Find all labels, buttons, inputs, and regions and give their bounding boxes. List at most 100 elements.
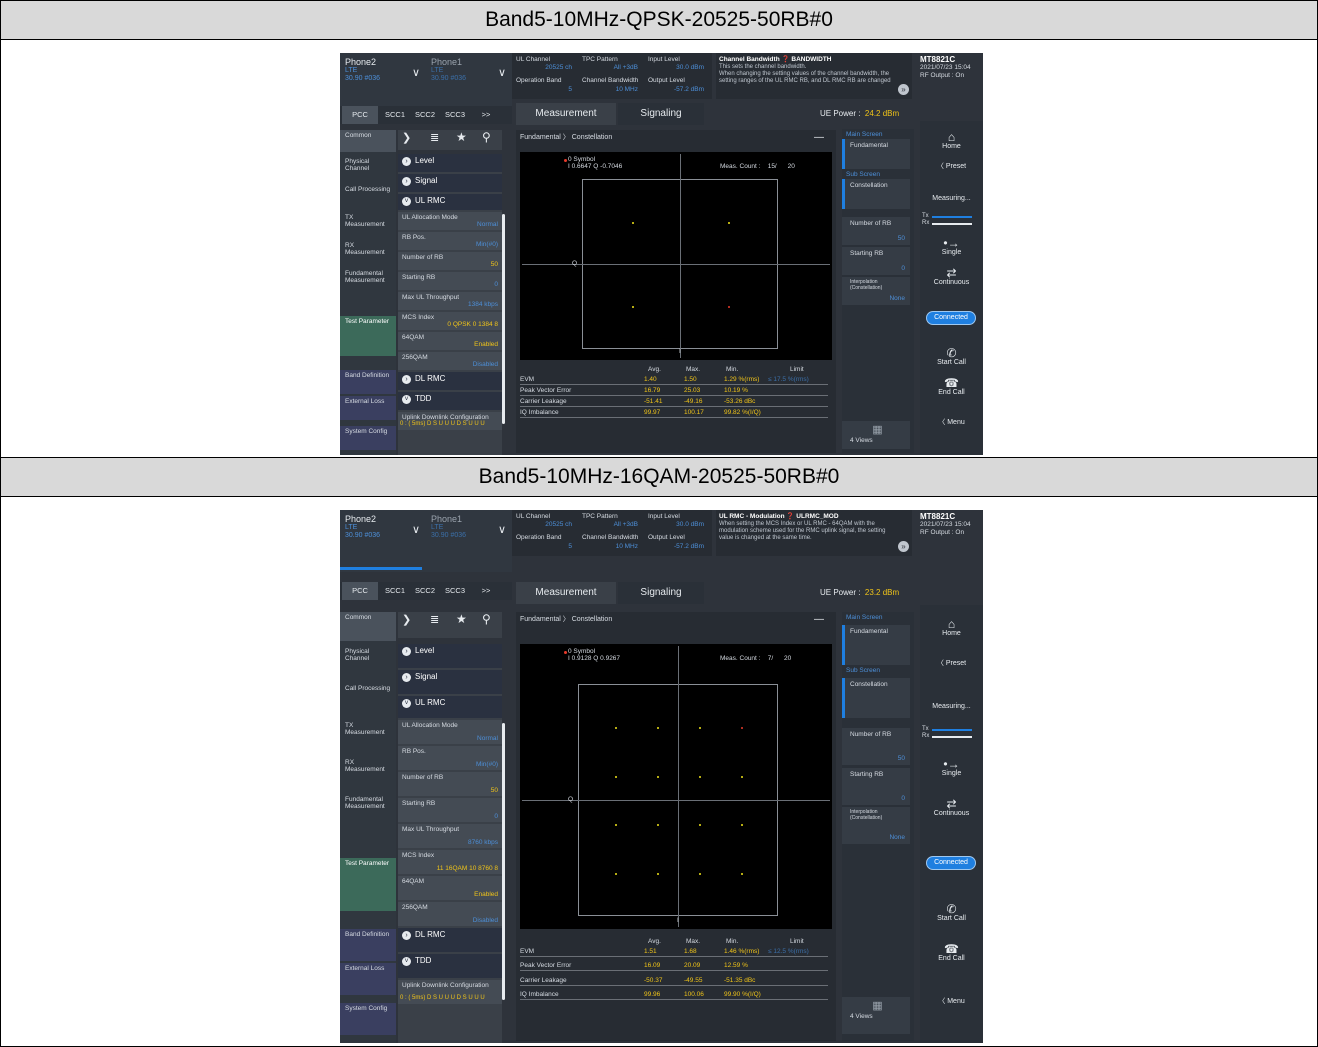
preset-button[interactable]: 〈 Preset — [920, 660, 983, 668]
expand-help-icon[interactable]: » — [898, 541, 909, 552]
connected-button[interactable]: Connected — [926, 311, 976, 325]
continuous-button[interactable]: ⇄ Continuous — [920, 267, 983, 287]
param-q64[interactable]: 64QAM Enabled — [398, 332, 502, 350]
nav-item-external-loss[interactable]: External Loss — [340, 396, 396, 420]
chevron-down-icon[interactable]: ∨ — [412, 67, 420, 80]
sub-screen-constellation[interactable]: Constellation — [842, 678, 910, 718]
param-nrb[interactable]: Number of RB 50 — [398, 252, 502, 270]
single-button[interactable]: •→ Single — [920, 758, 983, 778]
end-call-button[interactable]: ☎ End Call — [920, 377, 983, 397]
end-call-button[interactable]: ☎ End Call — [920, 943, 983, 963]
nav-item-band-definition[interactable]: Band Definition — [340, 929, 396, 961]
minimize-icon[interactable]: — — [814, 132, 824, 144]
param-alloc[interactable]: UL Allocation Mode Normal — [398, 212, 502, 230]
section-level[interactable]: › Level — [398, 154, 502, 172]
param-thr[interactable]: Max UL Throughput 8760 kbps — [398, 824, 502, 848]
param-uldl[interactable]: Uplink Downlink Configuration 0 : ( 5ms) … — [398, 412, 502, 430]
star-icon[interactable]: ★ — [456, 612, 467, 627]
param-q256[interactable]: 256QAM Disabled — [398, 352, 502, 370]
param-q64[interactable]: 64QAM Enabled — [398, 876, 502, 900]
param-srb[interactable]: Starting RB 0 — [398, 272, 502, 290]
param-mcs[interactable]: MCS Index 0 QPSK 0 1384 8 — [398, 312, 502, 330]
parameter-scrollbar[interactable] — [502, 723, 505, 1000]
nav-item-tx-measurement[interactable]: TX Measurement — [340, 212, 396, 236]
next-icon[interactable]: ❯ — [402, 614, 411, 627]
section-tdd[interactable]: ˅ TDD — [398, 392, 502, 410]
main-screen-fundamental[interactable]: Fundamental — [842, 625, 910, 665]
tab-signaling[interactable]: Signaling — [618, 582, 704, 604]
tab-pcc[interactable]: PCC — [342, 106, 378, 124]
start-call-button[interactable]: ✆ Start Call — [920, 903, 983, 923]
parameter-scrollbar[interactable] — [502, 214, 505, 424]
right-number-of-rb[interactable]: Number of RB 50 — [842, 728, 910, 765]
home-button[interactable]: ⌂ Home — [920, 131, 983, 151]
sub-screen-constellation[interactable]: Constellation — [842, 179, 910, 209]
home-button[interactable]: ⌂ Home — [920, 618, 983, 638]
section-tdd[interactable]: ˅ TDD — [398, 954, 502, 978]
right-number-of-rb[interactable]: Number of RB 50 — [842, 217, 910, 245]
param-thr[interactable]: Max UL Throughput 1384 kbps — [398, 292, 502, 310]
tab-scc2[interactable]: SCC2 — [412, 106, 438, 124]
chevron-down-icon[interactable]: ∨ — [498, 524, 506, 537]
nav-item-call-processing[interactable]: Call Processing — [340, 184, 396, 208]
right-starting-rb[interactable]: Starting RB 0 — [842, 247, 910, 275]
chevron-down-icon[interactable]: ∨ — [412, 524, 420, 537]
nav-item-physical-channel[interactable]: Physical Channel — [340, 156, 396, 180]
nav-item-common[interactable]: Common — [340, 612, 396, 641]
tab-more[interactable]: >> — [476, 106, 496, 124]
nav-item-rx-measurement[interactable]: RX Measurement — [340, 240, 396, 264]
views-button[interactable]: ▦ 4 Views — [842, 421, 910, 449]
continuous-button[interactable]: ⇄ Continuous — [920, 798, 983, 818]
nav-item-system-config[interactable]: System Config — [340, 1003, 396, 1035]
phone2-selector[interactable]: Phone2 LTE 30.90 #036 ∨ — [340, 510, 426, 572]
tab-measurement[interactable]: Measurement — [516, 582, 616, 604]
list-play-icon[interactable]: ≣ — [430, 614, 439, 627]
menu-button[interactable]: 〈 Menu — [920, 419, 983, 427]
list-play-icon[interactable]: ≣ — [430, 132, 439, 145]
search-icon[interactable]: ⚲ — [482, 130, 491, 145]
nav-item-call-processing[interactable]: Call Processing — [340, 683, 396, 715]
tab-scc2[interactable]: SCC2 — [412, 582, 438, 600]
next-icon[interactable]: ❯ — [402, 132, 411, 145]
section-ulrmc[interactable]: ˅ UL RMC — [398, 696, 502, 718]
preset-button[interactable]: 〈 Preset — [920, 163, 983, 171]
tab-measurement[interactable]: Measurement — [516, 103, 616, 125]
param-rbpos[interactable]: RB Pos. Min(#0) — [398, 746, 502, 770]
right-interpolation[interactable]: Interpolation (Constellation) None — [842, 807, 910, 844]
section-level[interactable]: › Level — [398, 644, 502, 668]
tab-scc1[interactable]: SCC1 — [382, 582, 408, 600]
tab-pcc[interactable]: PCC — [342, 582, 378, 600]
main-screen-fundamental[interactable]: Fundamental — [842, 139, 910, 169]
section-signal[interactable]: › Signal — [398, 174, 502, 192]
tab-more[interactable]: >> — [476, 582, 496, 600]
nav-item-tx-measurement[interactable]: TX Measurement — [340, 720, 396, 752]
param-nrb[interactable]: Number of RB 50 — [398, 772, 502, 796]
views-button[interactable]: ▦ 4 Views — [842, 997, 910, 1034]
nav-item-system-config[interactable]: System Config — [340, 426, 396, 450]
nav-item-test-parameter[interactable]: Test Parameter — [340, 858, 396, 911]
section-dlrmc[interactable]: › DL RMC — [398, 372, 502, 390]
param-srb[interactable]: Starting RB 0 — [398, 798, 502, 822]
param-rbpos[interactable]: RB Pos. Min(#0) — [398, 232, 502, 250]
nav-item-rx-measurement[interactable]: RX Measurement — [340, 757, 396, 789]
top-parameter-summary[interactable]: UL Channel 20525 ch TPC Pattern All +3dB… — [512, 53, 712, 99]
panel-breadcrumb[interactable]: Fundamental 〉 Constellation — [520, 616, 612, 624]
tab-scc3[interactable]: SCC3 — [442, 106, 468, 124]
panel-breadcrumb[interactable]: Fundamental 〉 Constellation — [520, 134, 612, 142]
phone1-selector[interactable]: Phone1 LTE 30.90 #036 ∨ — [426, 510, 512, 572]
menu-button[interactable]: 〈 Menu — [920, 998, 983, 1006]
chevron-down-icon[interactable]: ∨ — [498, 67, 506, 80]
right-interpolation[interactable]: Interpolation (Constellation) None — [842, 277, 910, 305]
section-dlrmc[interactable]: › DL RMC — [398, 928, 502, 952]
right-starting-rb[interactable]: Starting RB 0 — [842, 768, 910, 805]
minimize-icon[interactable]: — — [814, 614, 824, 626]
nav-item-test-parameter[interactable]: Test Parameter — [340, 316, 396, 356]
param-uldl[interactable]: Uplink Downlink Configuration 0 : ( 5ms) … — [398, 980, 502, 1004]
single-button[interactable]: •→ Single — [920, 237, 983, 257]
connected-button[interactable]: Connected — [926, 856, 976, 870]
star-icon[interactable]: ★ — [456, 130, 467, 145]
section-signal[interactable]: › Signal — [398, 670, 502, 694]
nav-item-fundamental-measurement[interactable]: Fundamental Measurement — [340, 794, 396, 828]
tab-scc1[interactable]: SCC1 — [382, 106, 408, 124]
nav-item-common[interactable]: Common — [340, 130, 396, 152]
